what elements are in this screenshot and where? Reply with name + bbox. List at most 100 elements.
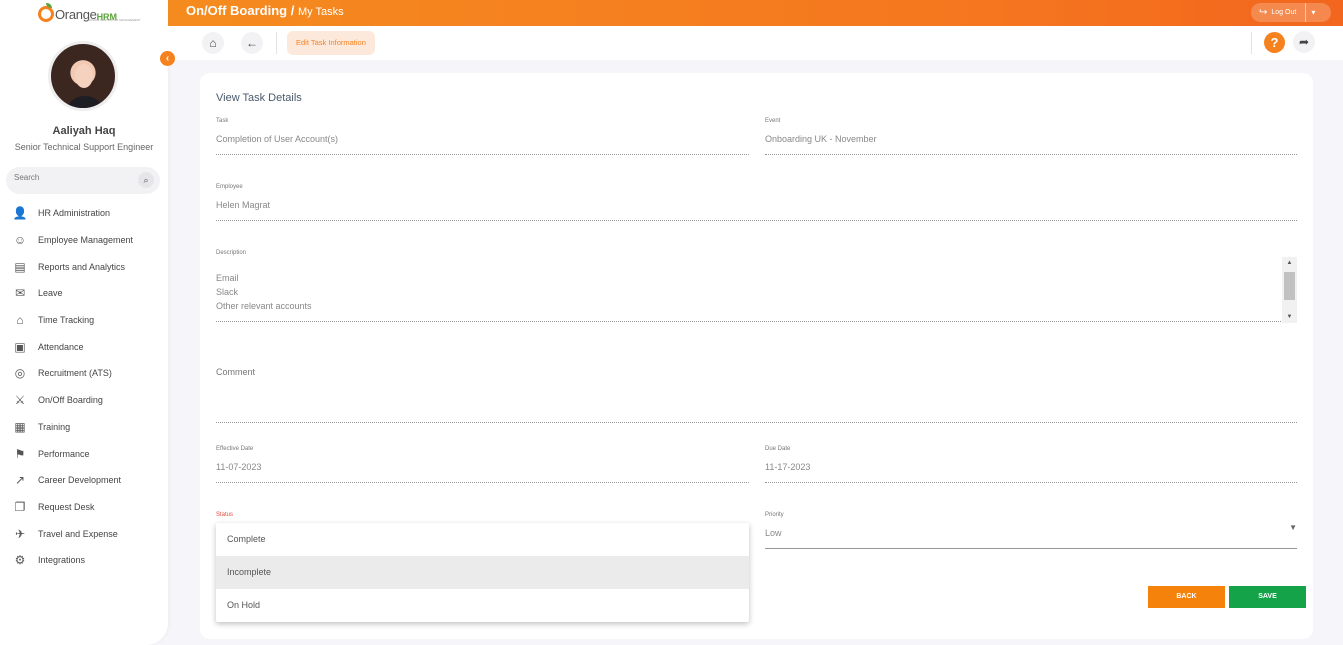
comment-placeholder: Comment [216,367,256,377]
leave-icon: ✉ [14,286,26,301]
description-label: Description [216,250,247,256]
help-icon: ? [1270,35,1279,50]
sidebar-item-label: Employee Management [38,235,134,246]
user-title: Senior Technical Support Engineer [14,142,154,152]
sidebar-item-label: Attendance [38,341,84,352]
search-input[interactable] [14,173,134,182]
description-line: Email [216,273,239,283]
scroll-thumb[interactable] [1284,272,1295,300]
sidebar-item-label: Request Desk [38,501,95,512]
employee-value: Helen Magrat [216,200,271,210]
task-details-card: View Task Details Task Completion of Use… [200,73,1313,639]
save-button[interactable]: SAVE [1229,586,1306,608]
chevron-down-icon[interactable]: ▾ [1311,8,1315,17]
sidebar-item-recruitment[interactable]: ◎ Recruitment (ATS) [0,360,168,387]
share-icon: ➦ [1298,35,1310,49]
status-label: Status [216,512,234,518]
avatar[interactable] [48,41,118,111]
share-button[interactable]: ➦ [1293,31,1315,53]
arrow-left-icon: ← [246,36,258,50]
logout-label: Log Out [1271,9,1297,16]
sidebar-item-label: Performance [38,448,90,459]
performance-icon: ⚑ [14,446,26,461]
sidebar-item-attendance[interactable]: ▣ Attendance [0,333,168,360]
sidebar-item-label: Training [38,421,71,432]
module-title: On/Off Boarding [186,3,288,18]
employee-label: Employee [216,184,243,190]
dropdown-arrow-icon: ▼ [1289,523,1297,532]
page-subtitle: My Tasks [297,6,344,18]
sidebar-item-reports[interactable]: ▤ Reports and Analytics [0,253,168,280]
sidebar: Orange HRM HUMAN CENTRIC HR MANAGEMENT A… [0,0,168,645]
form-title: View Task Details [216,92,302,104]
status-option-incomplete[interactable]: Incomplete [216,556,749,589]
sidebar-item-label: Travel and Expense [38,528,118,539]
sidebar-item-hr-administration[interactable]: 👤 HR Administration [0,200,168,227]
recruitment-icon: ◎ [14,366,26,381]
chevron-left-icon: ‹ [165,53,170,64]
due-date-value: 11-17-2023 [765,462,811,472]
scroll-down-icon[interactable]: ▼ [1282,311,1297,323]
toolbar: ⌂ ← Edit Task Information ? ➦ [168,26,1343,60]
attendance-icon: ▣ [14,339,26,354]
training-icon: ▦ [14,419,26,434]
back-button[interactable]: BACK [1148,586,1225,608]
event-value: Onboarding UK - November [765,134,877,144]
description-line: Other relevant accounts [216,301,312,311]
sidebar-item-request-desk[interactable]: ❐ Request Desk [0,494,168,521]
sidebar-item-time-tracking[interactable]: ⌂ Time Tracking [0,307,168,334]
task-field[interactable]: Task Completion of User Account(s) [216,117,749,155]
home-button[interactable]: ⌂ [202,32,224,54]
sidebar-item-employee-management[interactable]: ☺ Employee Management [0,227,168,254]
sidebar-item-leave[interactable]: ✉ Leave [0,280,168,307]
plane-icon: ✈ [14,526,26,541]
effective-date-field[interactable]: Effective Date 11-07-2023 [216,445,749,483]
sidebar-item-label: Career Development [38,475,122,486]
event-label: Event [765,118,781,124]
event-field[interactable]: Event Onboarding UK - November [765,117,1297,155]
scroll-up-icon[interactable]: ▲ [1282,257,1297,269]
sidebar-item-travel-expense[interactable]: ✈ Travel and Expense [0,520,168,547]
status-dropdown[interactable]: Complete Incomplete On Hold [216,523,749,622]
help-button[interactable]: ? [1264,32,1285,53]
status-option-on-hold[interactable]: On Hold [216,589,749,622]
sidebar-item-performance[interactable]: ⚑ Performance [0,440,168,467]
employee-field[interactable]: Employee Helen Magrat [216,183,1297,221]
back-arrow-button[interactable]: ← [241,32,263,54]
priority-select[interactable]: Priority Low ▼ [765,511,1297,549]
sidebar-item-integrations[interactable]: ⚙ Integrations [0,547,168,574]
description-field[interactable]: Description Email Slack Other relevant a… [216,249,1297,323]
employees-icon: ☺ [13,233,27,248]
sidebar-item-onoff-boarding[interactable]: ⚔ On/Off Boarding [0,387,168,414]
sidebar-item-label: Leave [38,288,63,299]
edit-task-tab[interactable]: Edit Task Information [287,31,375,55]
orange-logo-icon [38,3,54,22]
sidebar-item-career-development[interactable]: ↗ Career Development [0,467,168,494]
sidebar-item-training[interactable]: ▦ Training [0,414,168,441]
puzzle-icon: ⚙ [14,553,26,568]
logout-button[interactable]: ↪ Log Out ▾ [1251,3,1331,22]
task-value: Completion of User Account(s) [216,134,339,144]
due-date-label: Due Date [765,446,791,452]
due-date-field[interactable]: Due Date 11-17-2023 [765,445,1297,483]
effective-date-label: Effective Date [216,446,254,452]
comment-field[interactable]: Comment [216,363,1297,423]
time-icon: ⌂ [16,313,24,328]
collapse-sidebar-button[interactable]: ‹ [160,51,175,66]
top-header: On/Off Boarding / My Tasks ↪ Log Out ▾ [168,0,1343,26]
logout-divider [1305,3,1307,22]
reports-icon: ▤ [14,259,26,274]
career-icon: ↗ [14,473,26,488]
status-option-complete[interactable]: Complete [216,523,749,556]
home-icon: ⌂ [209,36,217,50]
title-separator: / [287,3,298,18]
orangehrm-logo[interactable]: Orange HRM HUMAN CENTRIC HR MANAGEMENT [38,3,141,22]
toolbar-divider [276,32,277,54]
search-icon[interactable]: ⌕ [138,172,154,188]
hr-admin-icon: 👤 [12,206,28,221]
search-box: ⌕ [6,167,160,194]
sidebar-item-label: Reports and Analytics [38,261,126,272]
description-scrollbar[interactable]: ▲ ▼ [1282,257,1297,323]
main-menu: 👤 HR Administration ☺ Employee Management … [0,200,168,574]
priority-label: Priority [765,512,784,518]
